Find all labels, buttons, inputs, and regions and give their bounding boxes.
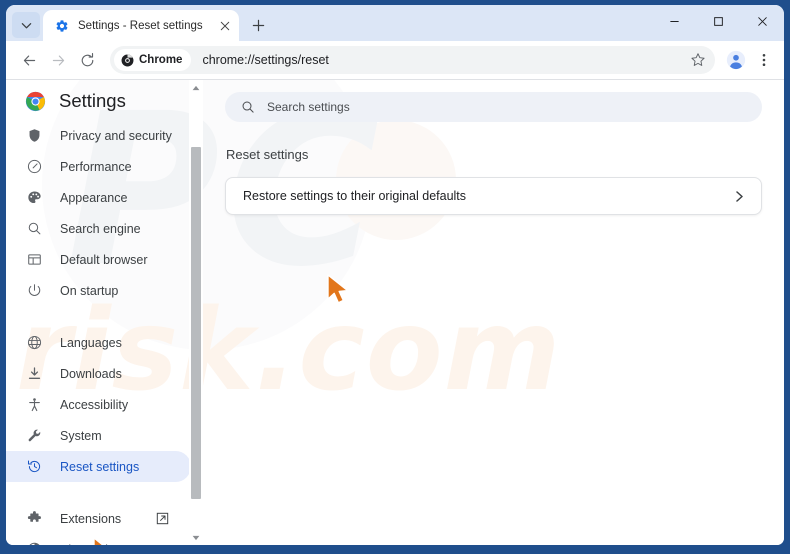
sidebar-item-languages[interactable]: Languages <box>6 327 191 358</box>
close-icon <box>757 17 767 26</box>
restore-settings-row[interactable]: Restore settings to their original defau… <box>225 177 762 215</box>
settings-main-panel: Search settings Reset settings Restore s… <box>203 80 784 545</box>
settings-sidebar: Settings Privacy and security Performanc… <box>6 80 203 545</box>
sidebar-item-search-engine[interactable]: Search engine <box>6 213 191 244</box>
chevron-down-icon <box>21 22 31 28</box>
scroll-up-arrow-icon[interactable] <box>189 80 203 95</box>
sidebar-item-label: Performance <box>60 159 132 174</box>
chrome-menu-button[interactable] <box>752 46 776 74</box>
tab-search-button[interactable] <box>12 12 40 38</box>
close-icon[interactable] <box>215 16 234 35</box>
maximize-icon <box>713 17 723 26</box>
sidebar-item-label: Appearance <box>60 190 128 205</box>
reload-icon <box>81 52 93 66</box>
sidebar-item-label: System <box>60 428 102 443</box>
sidebar-item-about-chrome[interactable]: About Chrome <box>6 534 191 545</box>
settings-nav-group-1: Privacy and security Performance Appeara… <box>6 118 203 306</box>
gear-icon <box>54 18 70 34</box>
three-dots-vertical-icon <box>762 54 766 66</box>
sidebar-item-downloads[interactable]: Downloads <box>6 358 191 389</box>
scroll-down-arrow-icon[interactable] <box>189 530 203 545</box>
sidebar-item-label: Languages <box>60 335 122 350</box>
settings-page: PC risk.com Settings Privacy and securit… <box>6 79 784 545</box>
reload-button[interactable] <box>73 46 101 74</box>
omnibox-url-text: chrome://settings/reset <box>202 53 329 67</box>
search-settings-bar[interactable]: Search settings <box>225 92 762 122</box>
chevron-right-icon <box>731 188 747 204</box>
globe-icon <box>25 334 43 352</box>
sidebar-item-label: Extensions <box>60 511 122 526</box>
sidebar-item-system[interactable]: System <box>6 420 191 451</box>
new-tab-button[interactable] <box>245 12 271 38</box>
back-button[interactable] <box>15 46 43 74</box>
sidebar-item-on-startup[interactable]: On startup <box>6 275 191 306</box>
wrench-icon <box>25 427 43 445</box>
forward-button[interactable] <box>44 46 72 74</box>
power-icon <box>25 282 43 300</box>
shield-icon <box>25 127 43 145</box>
sidebar-item-reset-settings[interactable]: Reset settings <box>6 451 191 482</box>
profile-avatar-button[interactable] <box>722 46 750 74</box>
browser-toolbar: Chrome chrome://settings/reset <box>6 41 784 79</box>
sidebar-item-label: Accessibility <box>60 397 129 412</box>
sidebar-scrollbar[interactable] <box>189 80 203 545</box>
external-link-icon <box>155 512 169 526</box>
chrome-outline-icon <box>25 541 43 545</box>
palette-icon <box>25 189 43 207</box>
search-input[interactable]: Search settings <box>267 100 350 114</box>
plus-icon <box>252 19 264 31</box>
tab-strip: Settings - Reset settings <box>6 5 784 41</box>
sidebar-item-default-browser[interactable]: Default browser <box>6 244 191 275</box>
restore-settings-label: Restore settings to their original defau… <box>243 189 467 203</box>
section-heading: Reset settings <box>226 147 309 162</box>
chrome-logo-icon <box>25 91 46 112</box>
minimize-button[interactable] <box>652 5 696 38</box>
browser-window-icon <box>25 251 43 269</box>
sidebar-item-performance[interactable]: Performance <box>6 151 191 182</box>
scrollbar-track[interactable] <box>189 95 203 530</box>
chrome-origin-chip[interactable]: Chrome <box>114 49 192 71</box>
chrome-chip-label: Chrome <box>139 54 183 66</box>
sidebar-item-appearance[interactable]: Appearance <box>6 182 191 213</box>
address-bar[interactable]: Chrome chrome://settings/reset <box>110 46 715 74</box>
browser-window: Settings - Reset settings Chrome chrome:… <box>6 5 784 545</box>
settings-nav-group-3: Extensions About Chrome <box>6 501 203 545</box>
search-icon <box>25 220 43 238</box>
sidebar-item-extensions[interactable]: Extensions <box>6 503 191 534</box>
page-title: Settings <box>59 90 126 111</box>
tab-title: Settings - Reset settings <box>78 19 203 32</box>
close-button[interactable] <box>740 5 784 38</box>
scrollbar-thumb[interactable] <box>191 147 201 499</box>
avatar-icon <box>726 50 746 70</box>
bookmark-star-icon[interactable] <box>685 47 711 73</box>
chrome-logo-icon <box>121 54 134 67</box>
maximize-button[interactable] <box>696 5 740 38</box>
settings-header: Settings <box>6 86 203 118</box>
history-restore-icon <box>25 458 43 476</box>
search-icon <box>241 100 255 114</box>
sidebar-item-label: Default browser <box>60 252 148 267</box>
sidebar-item-label: On startup <box>60 283 119 298</box>
minimize-icon <box>669 21 679 22</box>
download-icon <box>25 365 43 383</box>
sidebar-item-label: Downloads <box>60 366 122 381</box>
sidebar-item-accessibility[interactable]: Accessibility <box>6 389 191 420</box>
sidebar-item-label: Privacy and security <box>60 128 172 143</box>
sidebar-item-privacy-and-security[interactable]: Privacy and security <box>6 120 191 151</box>
settings-nav-group-2: Languages Downloads Accessibility System… <box>6 325 203 482</box>
speedometer-icon <box>25 158 43 176</box>
tab-settings[interactable]: Settings - Reset settings <box>43 10 239 41</box>
sidebar-item-label: Reset settings <box>60 459 140 474</box>
window-controls <box>652 5 784 38</box>
accessibility-icon <box>25 396 43 414</box>
toolbar-right-actions <box>722 46 776 74</box>
sidebar-item-label: About Chrome <box>60 543 141 546</box>
arrow-right-icon <box>52 55 64 65</box>
puzzle-icon <box>25 510 43 528</box>
sidebar-item-label: Search engine <box>60 221 141 236</box>
arrow-left-icon <box>23 55 35 65</box>
